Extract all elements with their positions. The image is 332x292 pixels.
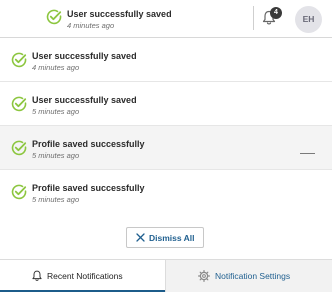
notification-item[interactable]: Profile saved successfully 5 minutes ago <box>0 170 332 214</box>
notification-item[interactable]: User successfully saved 4 minutes ago <box>0 38 332 82</box>
bottom-tab-bar: Recent Notifications Notification Settin… <box>0 259 332 292</box>
bell-icon <box>31 270 43 282</box>
notification-time: 4 minutes ago <box>32 63 80 72</box>
gear-icon <box>198 270 210 282</box>
notification-title: Profile saved successfully <box>32 183 145 193</box>
notification-time: 5 minutes ago <box>32 107 80 116</box>
notification-item[interactable]: User successfully saved 5 minutes ago <box>0 82 332 126</box>
notification-title: User successfully saved <box>32 51 137 61</box>
close-icon <box>136 233 145 242</box>
notification-title: Profile saved successfully <box>32 139 145 149</box>
check-circle-icon <box>11 52 27 68</box>
check-circle-icon <box>11 140 27 156</box>
dismiss-notification-button[interactable] <box>300 153 315 154</box>
notification-item[interactable]: Profile saved successfully 5 minutes ago <box>0 126 332 170</box>
header-notification-time: 4 minutes ago <box>67 21 115 30</box>
notification-count-badge: 4 <box>270 7 282 19</box>
header-divider <box>253 6 254 30</box>
header-notification-title: User successfully saved <box>67 9 172 19</box>
tab-label: Notification Settings <box>215 271 291 281</box>
notification-time: 5 minutes ago <box>32 151 80 160</box>
check-circle-icon <box>11 184 27 200</box>
tab-recent-notifications[interactable]: Recent Notifications <box>0 260 165 292</box>
notification-time: 5 minutes ago <box>32 195 80 204</box>
tab-notification-settings[interactable]: Notification Settings <box>165 260 332 292</box>
user-avatar[interactable]: EH <box>295 6 322 33</box>
notification-title: User successfully saved <box>32 95 137 105</box>
tab-label: Recent Notifications <box>47 271 123 281</box>
dismiss-all-label: Dismiss All <box>149 233 195 243</box>
check-circle-icon <box>11 96 27 112</box>
top-bar: User successfully saved 4 minutes ago 4 … <box>0 0 332 38</box>
dismiss-all-button[interactable]: Dismiss All <box>126 227 204 248</box>
check-circle-icon <box>46 9 62 25</box>
